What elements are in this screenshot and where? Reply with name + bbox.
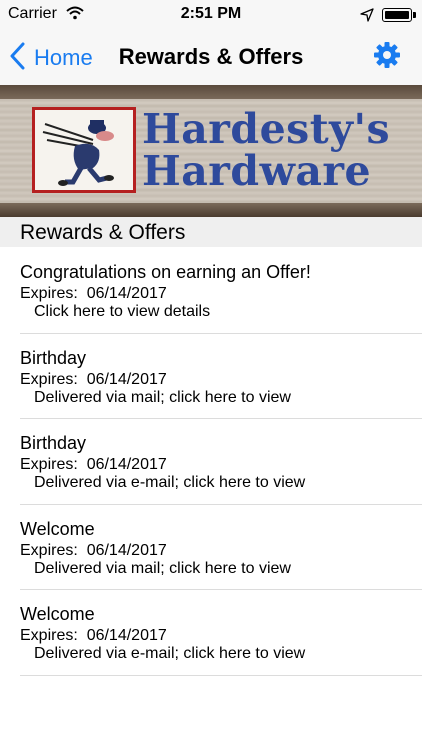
offer-expires: Expires: 06/14/2017 (20, 285, 167, 302)
brand-name-line2: Hardware (142, 147, 372, 195)
battery-tip (413, 12, 416, 18)
banner-wood-top (0, 85, 422, 99)
offer-row[interactable]: Birthday Expires: 06/14/2017 Delivered v… (0, 419, 422, 505)
offer-detail-link[interactable]: Click here to view details (34, 303, 210, 321)
offer-title: Congratulations on earning an Offer! (20, 262, 311, 282)
status-bar: Carrier 2:51 PM (0, 0, 422, 30)
row-divider (20, 674, 422, 676)
offer-expires: Expires: 06/14/2017 (20, 541, 167, 559)
section-title: Rewards & Offers (20, 221, 186, 244)
offers-list: Congratulations on earning an Offer! Exp… (0, 248, 422, 676)
offer-title: Birthday (20, 347, 87, 368)
offer-row[interactable]: Birthday Expires: 06/14/2017 Delivered v… (0, 334, 422, 419)
gear-icon[interactable] (372, 40, 402, 75)
offer-detail-link[interactable]: Delivered via e-mail; click here to view (34, 474, 305, 492)
offer-row[interactable]: Congratulations on earning an Offer! Exp… (0, 248, 422, 334)
location-arrow-icon (360, 8, 374, 27)
offer-detail-link[interactable]: Delivered via mail; click here to view (34, 389, 291, 407)
battery-icon (382, 8, 412, 22)
section-header: Rewards & Offers (0, 217, 422, 247)
offer-row[interactable]: Welcome Expires: 06/14/2017 Delivered vi… (0, 590, 422, 676)
offer-expires: Expires: 06/14/2017 (20, 456, 167, 473)
offer-detail-link[interactable]: Delivered via e-mail; click here to view (34, 645, 305, 663)
offer-expires: Expires: 06/14/2017 (20, 627, 167, 644)
brand-name-line1: Hardesty's (142, 105, 391, 153)
banner-wood-bottom (0, 203, 422, 217)
store-logo-mascot (32, 107, 136, 193)
offer-title: Birthday (20, 433, 87, 453)
status-time: 2:51 PM (180, 5, 242, 22)
offer-title: Welcome (20, 518, 95, 539)
offer-detail-link[interactable]: Delivered via mail; click here to view (34, 560, 291, 578)
offer-title: Welcome (20, 604, 95, 624)
page-title: Rewards & Offers (118, 44, 304, 69)
offer-expires: Expires: 06/14/2017 (20, 370, 167, 388)
store-banner: Hardesty's Hardware (0, 85, 422, 217)
navigation-bar: Home Rewards & Offers (0, 30, 422, 85)
offer-row[interactable]: Welcome Expires: 06/14/2017 Delivered vi… (0, 505, 422, 590)
